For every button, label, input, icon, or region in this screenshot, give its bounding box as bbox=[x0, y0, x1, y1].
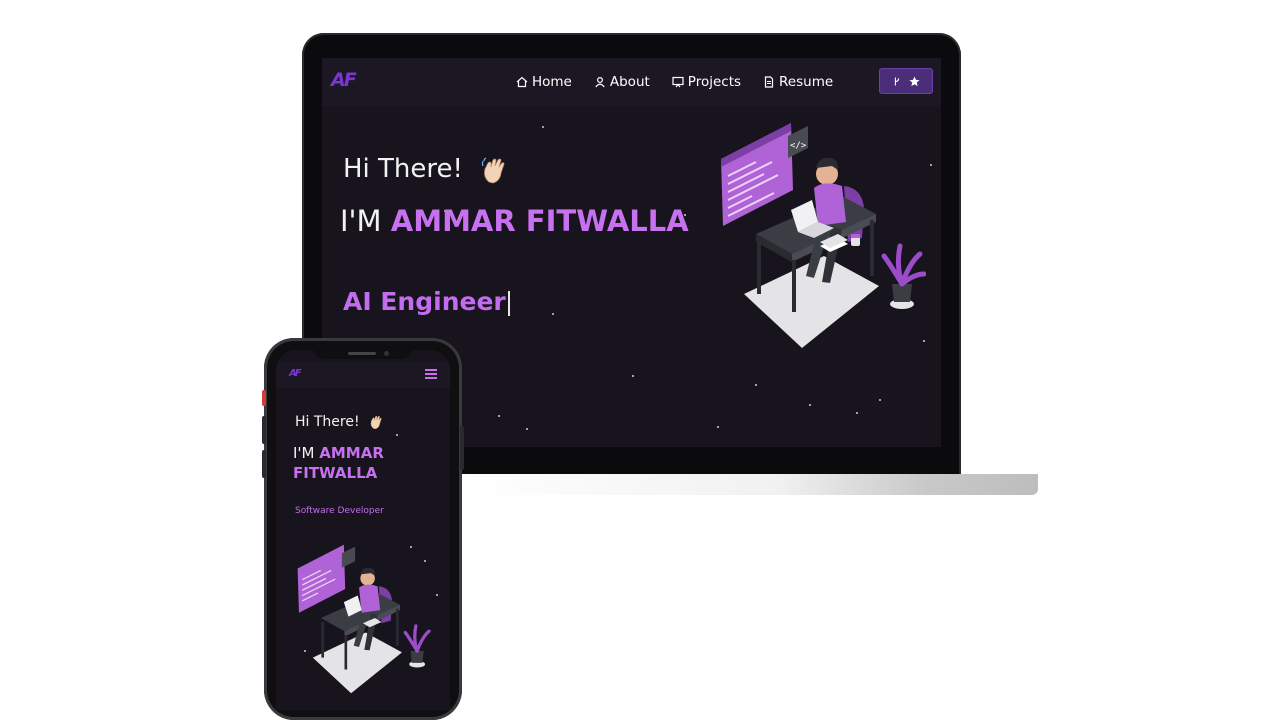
full-name: AMMAR FITWALLA bbox=[390, 204, 689, 238]
star bbox=[436, 594, 438, 596]
mobile-greeting: Hi There! bbox=[295, 414, 384, 430]
site-logo[interactable]: AF bbox=[331, 69, 357, 91]
hamburger-icon[interactable] bbox=[425, 369, 437, 381]
mobile-site-logo[interactable]: AF bbox=[289, 368, 302, 379]
home-icon bbox=[516, 76, 528, 88]
laptop-base bbox=[462, 474, 1038, 495]
star bbox=[632, 375, 634, 377]
nav-home[interactable]: Home bbox=[516, 74, 572, 90]
nav-home-label: Home bbox=[532, 74, 572, 90]
phone-camera bbox=[384, 351, 389, 356]
wave-icon bbox=[482, 156, 505, 183]
github-button[interactable] bbox=[879, 68, 933, 94]
greeting: Hi There! bbox=[343, 154, 509, 185]
phone-volume-up bbox=[262, 416, 266, 444]
phone-speaker bbox=[348, 352, 376, 355]
svg-text:</>: </> bbox=[790, 141, 807, 151]
user-icon bbox=[595, 76, 605, 88]
mobile-name-line1: AMMAR bbox=[319, 444, 384, 462]
nav-resume[interactable]: Resume bbox=[763, 74, 833, 90]
mobile-role-typewriter: Software Developer bbox=[295, 506, 384, 516]
nav-projects-label: Projects bbox=[687, 74, 742, 90]
mobile-navbar: AF bbox=[276, 362, 450, 388]
phone-power-button bbox=[262, 390, 266, 406]
projects-icon bbox=[672, 76, 684, 88]
mobile-greeting-text: Hi There! bbox=[295, 414, 360, 430]
nav-links: Home About Projects Resume bbox=[516, 58, 855, 106]
mobile-wave-icon bbox=[370, 415, 382, 430]
star bbox=[809, 404, 811, 406]
phone-volume-down bbox=[262, 450, 266, 478]
greeting-text: Hi There! bbox=[343, 154, 463, 184]
star bbox=[396, 434, 398, 436]
nav-about-label: About bbox=[609, 74, 650, 90]
nav-about[interactable]: About bbox=[594, 74, 650, 90]
star bbox=[526, 428, 528, 430]
typing-cursor bbox=[507, 290, 510, 316]
star bbox=[930, 164, 932, 166]
role-typewriter: AI Engineer bbox=[343, 287, 510, 316]
phone-screen: AF Hi There! I'M AMMAR FITWALLA Software… bbox=[276, 350, 450, 710]
star bbox=[552, 313, 554, 315]
nav-resume-label: Resume bbox=[779, 74, 834, 90]
star bbox=[498, 415, 500, 417]
phone-side-button bbox=[460, 426, 464, 470]
mobile-intro-line: I'M AMMAR FITWALLA bbox=[293, 443, 384, 483]
role-text: AI Engineer bbox=[343, 287, 506, 316]
star bbox=[879, 399, 881, 401]
navbar: AF Home About Projects Resume bbox=[322, 58, 941, 106]
mobile-developer-illustration bbox=[297, 544, 431, 694]
document-icon bbox=[764, 76, 774, 88]
mobile-name-line2: FITWALLA bbox=[293, 464, 378, 482]
star bbox=[542, 126, 544, 128]
mobile-role-text: Software Developer bbox=[295, 506, 384, 516]
star bbox=[717, 426, 719, 428]
star-icon bbox=[908, 75, 920, 86]
fork-icon bbox=[894, 77, 899, 85]
star bbox=[755, 384, 757, 386]
nav-projects[interactable]: Projects bbox=[672, 74, 741, 90]
mobile-intro-prefix: I'M bbox=[293, 444, 320, 462]
developer-illustration: </> bbox=[721, 123, 926, 348]
star bbox=[856, 412, 858, 414]
intro-prefix: I'M bbox=[340, 204, 391, 238]
intro-line: I'M AMMAR FITWALLA bbox=[340, 204, 689, 238]
